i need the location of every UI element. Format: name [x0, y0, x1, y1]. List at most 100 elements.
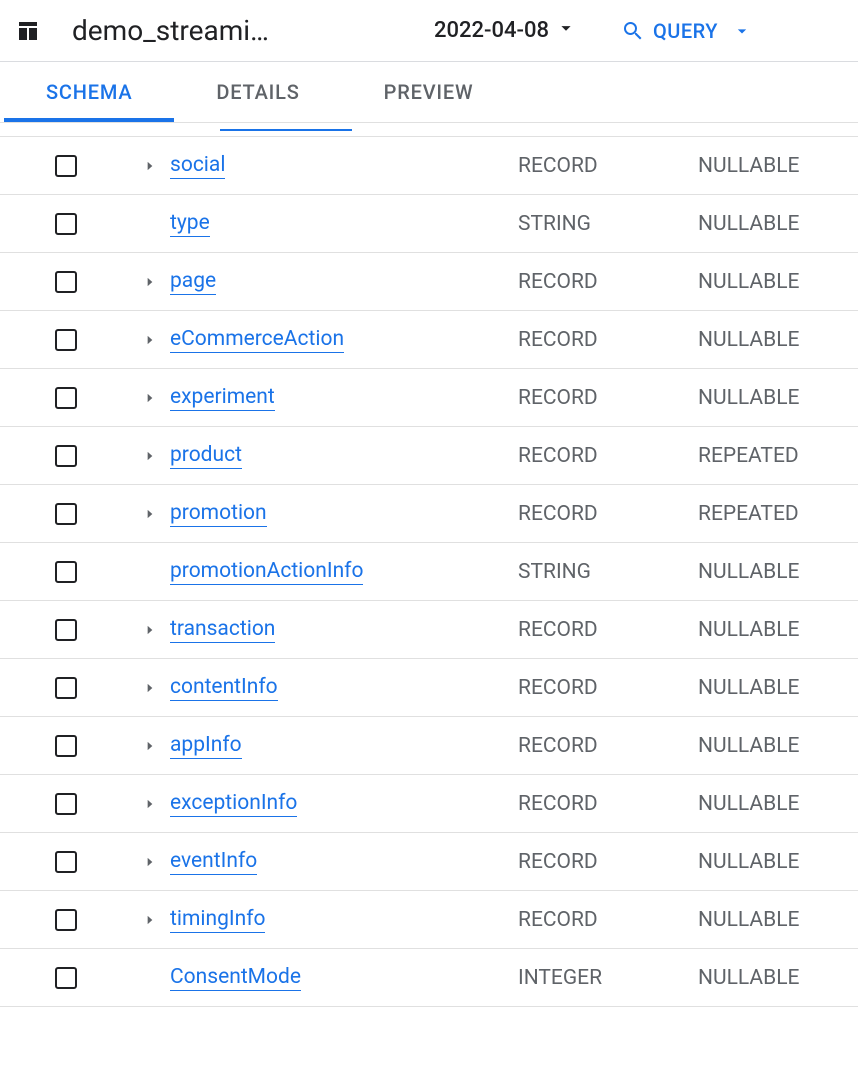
field-type: RECORD	[518, 444, 698, 468]
schema-row: page RECORDNULLABLE	[0, 253, 858, 311]
field-mode: NULLABLE	[698, 734, 850, 758]
field-name-cell: contentInfo	[88, 675, 518, 701]
field-checkbox[interactable]	[55, 445, 77, 467]
field-checkbox[interactable]	[55, 329, 77, 351]
field-checkbox[interactable]	[55, 735, 77, 757]
field-type: RECORD	[518, 676, 698, 700]
field-name-cell: promotionActionInfo	[88, 559, 518, 585]
field-name-link[interactable]: page	[170, 269, 216, 295]
field-name-link[interactable]: promotionActionInfo	[170, 559, 363, 585]
table-title: demo_streami…	[72, 14, 382, 47]
field-name-link[interactable]: transaction	[170, 617, 275, 643]
checkbox-cell	[44, 213, 88, 235]
field-name-link[interactable]: type	[170, 211, 210, 237]
field-type: STRING	[518, 212, 698, 236]
field-mode: NULLABLE	[698, 560, 850, 584]
expand-arrow-icon[interactable]	[140, 333, 160, 347]
checkbox-cell	[44, 967, 88, 989]
field-checkbox[interactable]	[55, 387, 77, 409]
field-type: RECORD	[518, 386, 698, 410]
field-type: RECORD	[518, 734, 698, 758]
expand-arrow-icon[interactable]	[140, 855, 160, 869]
field-checkbox[interactable]	[55, 213, 77, 235]
expand-arrow-icon[interactable]	[140, 913, 160, 927]
field-mode: NULLABLE	[698, 966, 850, 990]
query-dropdown-icon	[732, 21, 752, 41]
field-checkbox[interactable]	[55, 155, 77, 177]
schema-row: transactionRECORDNULLABLE	[0, 601, 858, 659]
checkbox-cell	[44, 677, 88, 699]
field-checkbox[interactable]	[55, 503, 77, 525]
checkbox-cell	[44, 329, 88, 351]
schema-row: ConsentMode INTEGERNULLABLE	[0, 949, 858, 1007]
checkbox-cell	[44, 445, 88, 467]
expand-arrow-icon[interactable]	[140, 507, 160, 521]
field-name-link[interactable]: experiment	[170, 385, 275, 411]
query-label: QUERY	[653, 19, 718, 43]
field-name-cell: promotion	[88, 501, 518, 527]
tab-preview[interactable]: PREVIEW	[342, 62, 516, 122]
field-checkbox[interactable]	[55, 967, 77, 989]
field-name-cell: page	[88, 269, 518, 295]
field-name-link[interactable]: promotion	[170, 501, 267, 527]
field-mode: NULLABLE	[698, 908, 850, 932]
schema-row: appInfo RECORDNULLABLE	[0, 717, 858, 775]
checkbox-cell	[44, 735, 88, 757]
field-mode: NULLABLE	[698, 676, 850, 700]
field-mode: NULLABLE	[698, 850, 850, 874]
page-header: demo_streami… 2022-04-08 QUERY	[0, 0, 858, 62]
field-checkbox[interactable]	[55, 271, 77, 293]
field-name-link[interactable]: eventInfo	[170, 849, 257, 875]
expand-arrow-icon[interactable]	[140, 159, 160, 173]
schema-row: experimentRECORDNULLABLE	[0, 369, 858, 427]
field-name-link[interactable]: appInfo	[170, 733, 242, 759]
dropdown-arrow-icon	[555, 17, 577, 45]
field-type: RECORD	[518, 792, 698, 816]
expand-arrow-icon[interactable]	[140, 275, 160, 289]
field-name-link[interactable]: exceptionInfo	[170, 791, 297, 817]
schema-row: exceptionInfoRECORDNULLABLE	[0, 775, 858, 833]
expand-arrow-icon[interactable]	[140, 681, 160, 695]
field-name-link[interactable]: ConsentMode	[170, 965, 301, 991]
field-name-cell: experiment	[88, 385, 518, 411]
field-type: RECORD	[518, 850, 698, 874]
expand-arrow-icon[interactable]	[140, 739, 160, 753]
partition-selector[interactable]: 2022-04-08	[434, 17, 577, 45]
field-checkbox[interactable]	[55, 619, 77, 641]
field-name-cell: transaction	[88, 617, 518, 643]
field-checkbox[interactable]	[55, 909, 77, 931]
field-type: RECORD	[518, 618, 698, 642]
partition-date: 2022-04-08	[434, 18, 549, 43]
tab-schema[interactable]: SCHEMA	[4, 62, 174, 122]
expand-arrow-icon[interactable]	[140, 623, 160, 637]
expand-arrow-icon[interactable]	[140, 391, 160, 405]
schema-row: eCommerceActionRECORDNULLABLE	[0, 311, 858, 369]
tab-details[interactable]: DETAILS	[174, 62, 341, 122]
field-checkbox[interactable]	[55, 561, 77, 583]
field-checkbox[interactable]	[55, 793, 77, 815]
field-name-link[interactable]: timingInfo	[170, 907, 265, 933]
field-mode: NULLABLE	[698, 154, 850, 178]
field-checkbox[interactable]	[55, 851, 77, 873]
field-name-link[interactable]: eCommerceAction	[170, 327, 344, 353]
expand-arrow-icon[interactable]	[140, 449, 160, 463]
field-type: RECORD	[518, 270, 698, 294]
checkbox-cell	[44, 271, 88, 293]
field-name-cell: timingInfo	[88, 907, 518, 933]
query-button[interactable]: QUERY	[621, 19, 752, 43]
field-name-link[interactable]: contentInfo	[170, 675, 278, 701]
field-name-link[interactable]: social	[170, 153, 225, 179]
field-name-link[interactable]: product	[170, 443, 242, 469]
checkbox-cell	[44, 793, 88, 815]
field-type: INTEGER	[518, 966, 698, 990]
field-checkbox[interactable]	[55, 677, 77, 699]
search-icon	[621, 19, 645, 43]
checkbox-cell	[44, 503, 88, 525]
schema-row-partial	[0, 123, 858, 137]
field-type: STRING	[518, 560, 698, 584]
field-mode: NULLABLE	[698, 212, 850, 236]
field-name-cell: eCommerceAction	[88, 327, 518, 353]
expand-arrow-icon[interactable]	[140, 797, 160, 811]
field-mode: NULLABLE	[698, 270, 850, 294]
field-type: RECORD	[518, 502, 698, 526]
